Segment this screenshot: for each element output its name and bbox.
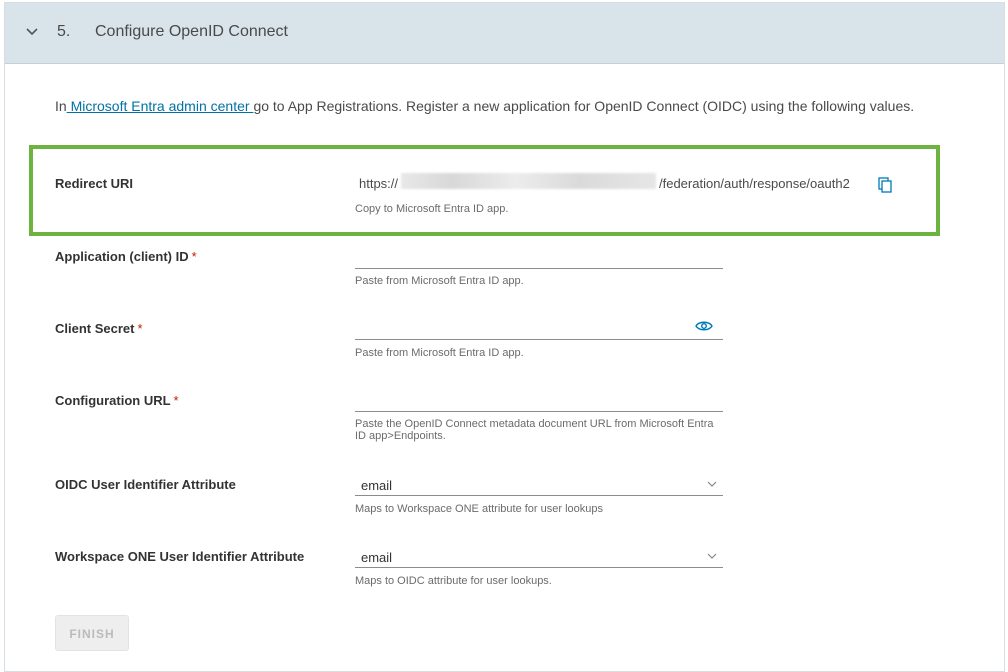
step-title: Configure OpenID Connect [95, 23, 288, 40]
oidc-attr-help: Maps to Workspace ONE attribute for user… [355, 503, 604, 515]
step-number: 5. [57, 23, 71, 40]
client-id-input[interactable] [355, 268, 723, 269]
entra-admin-center-link[interactable]: Microsoft Entra admin center [67, 98, 254, 114]
client-secret-help: Paste from Microsoft Entra ID app. [355, 347, 524, 359]
config-url-label: Configuration URL * [55, 393, 179, 408]
intro-prefix: In [55, 98, 67, 114]
eye-icon[interactable] [695, 320, 713, 332]
ws1-attr-selected[interactable]: email [361, 550, 392, 565]
redirect-uri-help: Copy to Microsoft Entra ID app. [355, 203, 509, 215]
chevron-down-icon[interactable] [25, 25, 39, 39]
client-secret-label: Client Secret * [55, 321, 143, 336]
redirect-uri-label: Redirect URI [55, 176, 134, 191]
intro-suffix: go to App Registrations. Register a new … [253, 98, 915, 114]
client-secret-input[interactable] [355, 339, 723, 340]
step-header[interactable]: 5. Configure OpenID Connect [5, 3, 1004, 64]
chevron-down-icon[interactable] [707, 480, 717, 488]
copy-icon[interactable] [878, 177, 892, 193]
chevron-down-icon[interactable] [707, 552, 717, 560]
ws1-attr-help: Maps to OIDC attribute for user lookups. [355, 575, 552, 587]
redirect-uri-prefix: https:// [359, 176, 399, 191]
redirect-uri-suffix: /federation/auth/response/oauth2 [659, 176, 850, 191]
client-id-help: Paste from Microsoft Entra ID app. [355, 275, 524, 287]
finish-button[interactable]: FINISH [55, 615, 129, 651]
config-url-input[interactable] [355, 411, 723, 412]
ws1-attr-label: Workspace ONE User Identifier Attribute [55, 549, 305, 564]
oidc-attr-selected[interactable]: email [361, 478, 392, 493]
oidc-attr-label: OIDC User Identifier Attribute [55, 477, 236, 492]
config-url-help: Paste the OpenID Connect metadata docume… [355, 418, 714, 442]
redacted-hostname [401, 173, 656, 189]
oidc-attr-underline [355, 495, 723, 496]
intro-text: In Microsoft Entra admin center go to Ap… [55, 94, 945, 118]
ws1-attr-underline [355, 567, 723, 568]
client-id-label: Application (client) ID * [55, 249, 197, 264]
